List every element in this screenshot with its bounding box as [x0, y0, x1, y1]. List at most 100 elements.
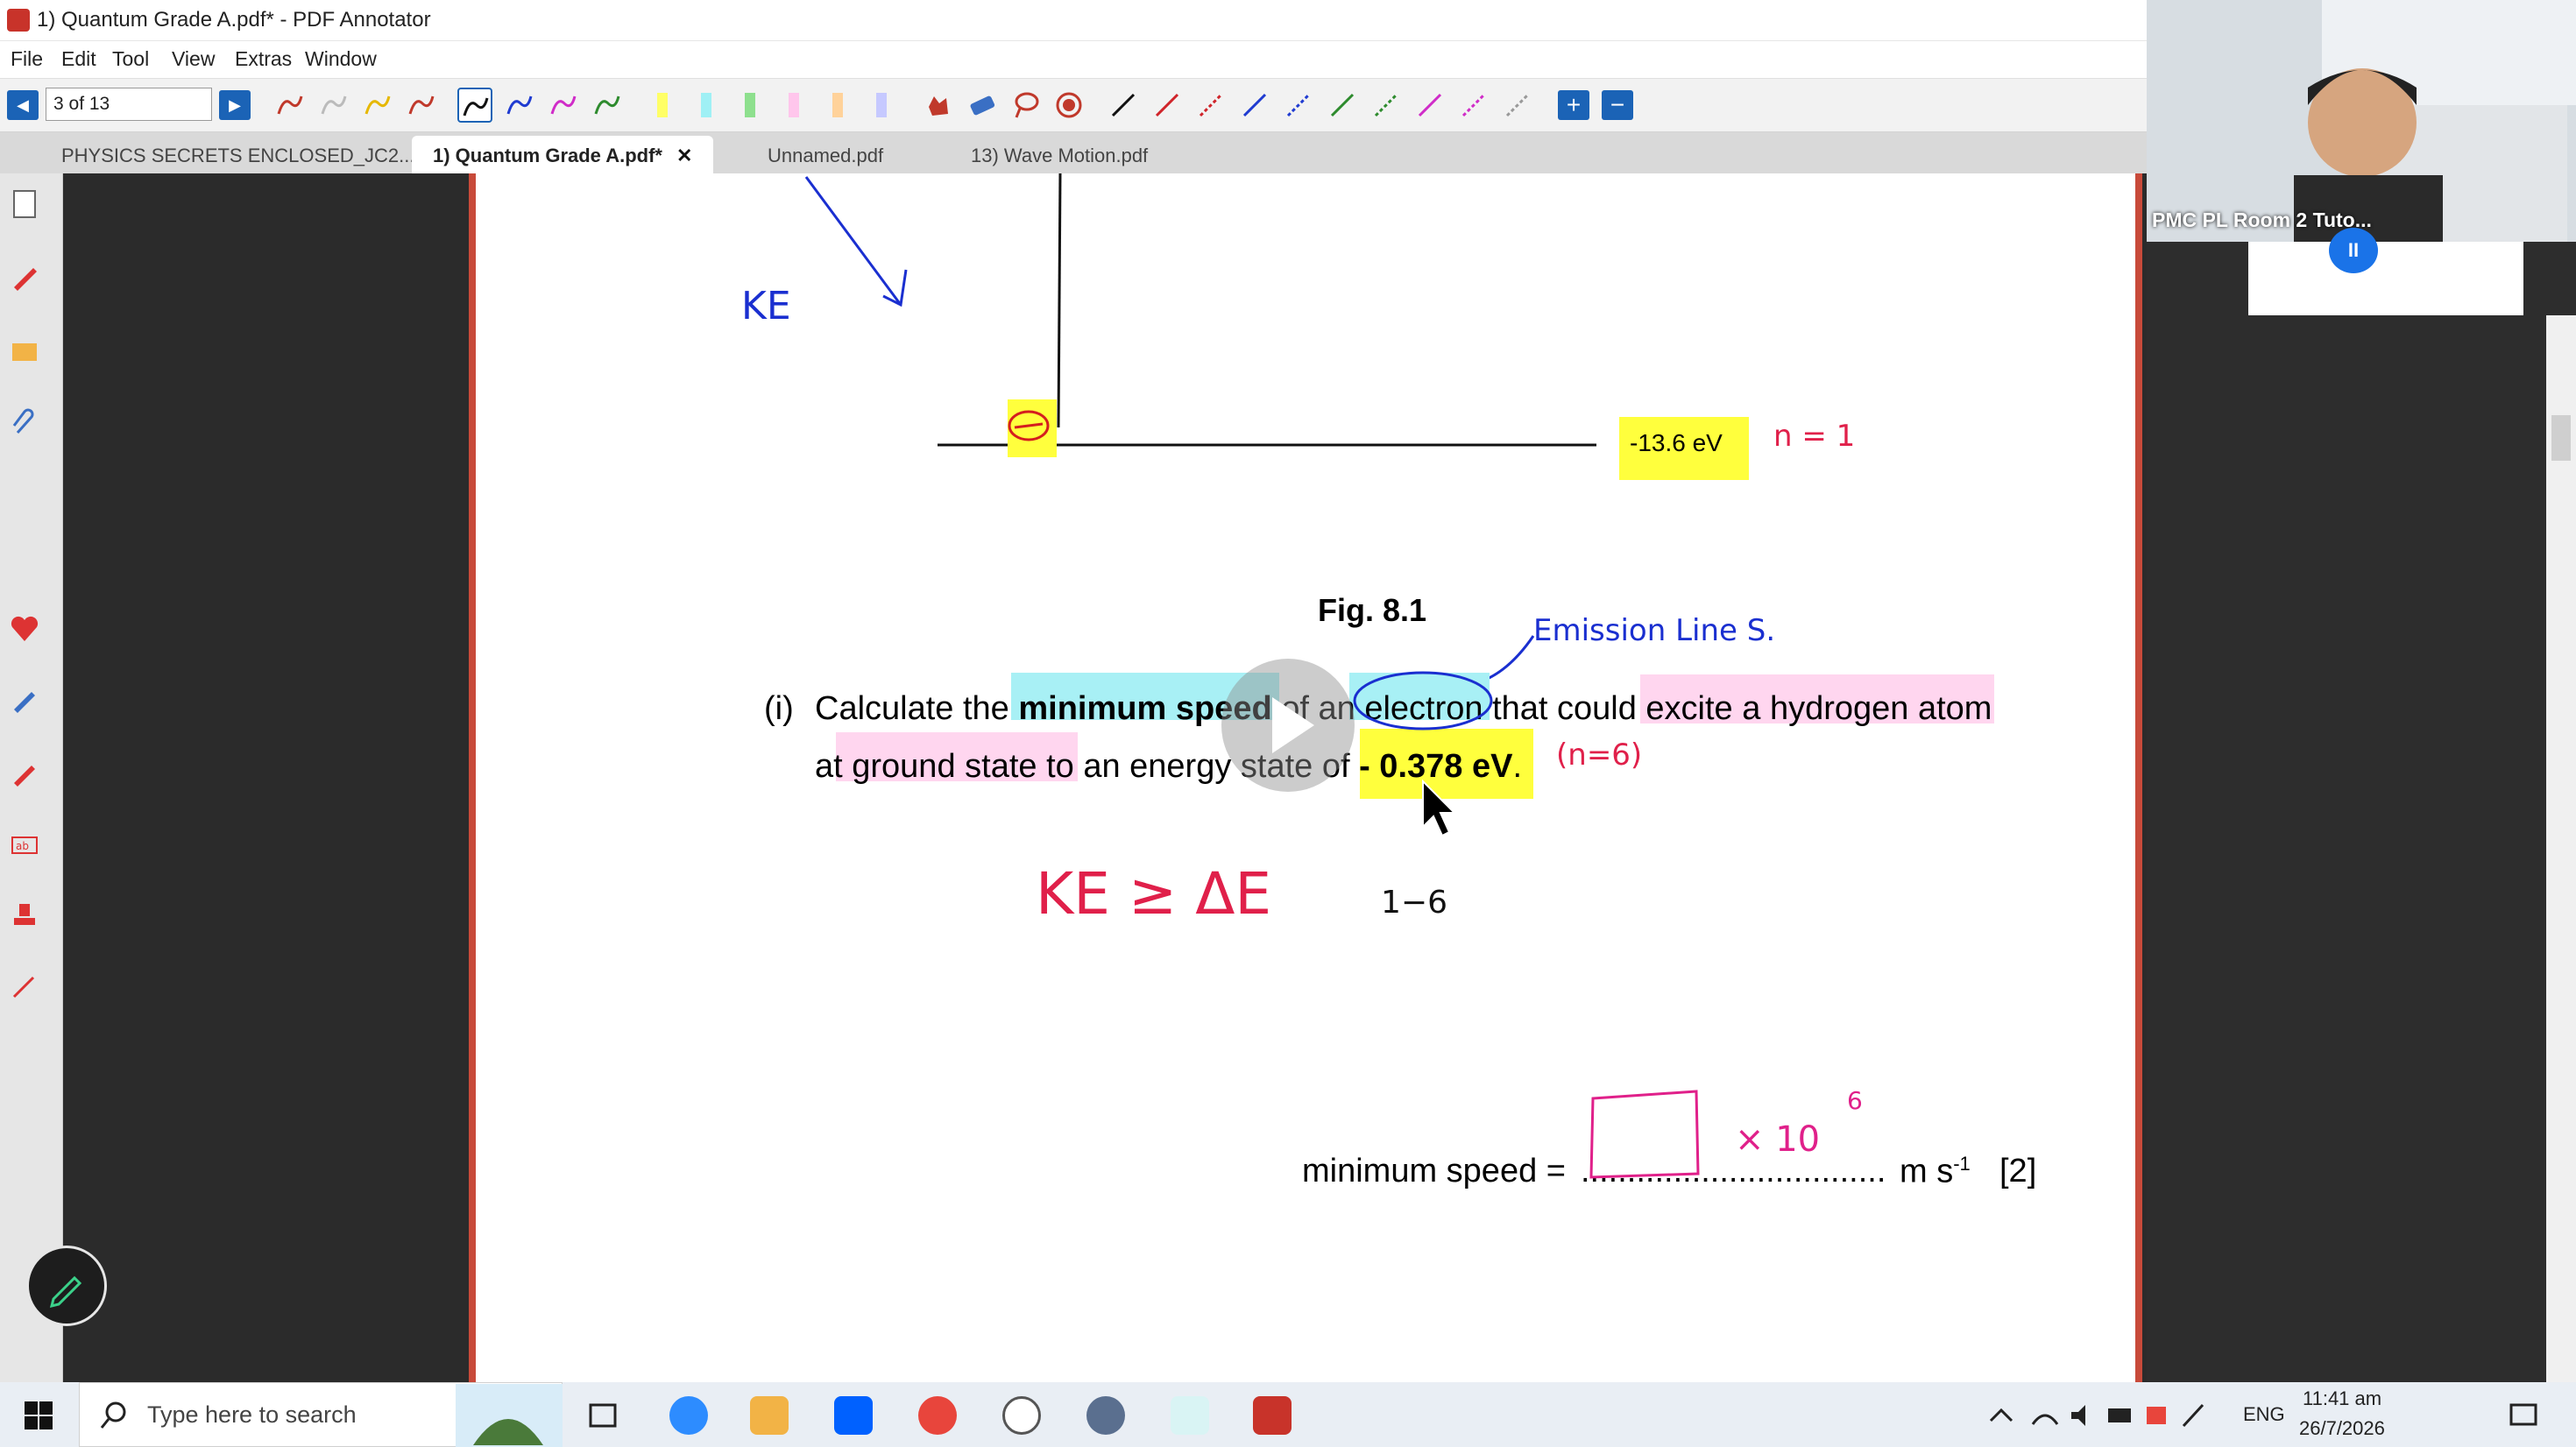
- line-blue-dashed-icon[interactable]: [1281, 88, 1316, 123]
- pen-tool-magenta-icon[interactable]: [545, 88, 580, 123]
- n6-annotation: (n=6): [1556, 738, 1643, 773]
- folder-icon[interactable]: [7, 333, 42, 368]
- pen-icon[interactable]: [7, 259, 42, 294]
- line-grey-dashed-icon[interactable]: [1500, 88, 1535, 123]
- stamp-icon[interactable]: [7, 899, 42, 934]
- mouse-cursor-icon: [1422, 779, 1457, 837]
- hand-icon[interactable]: [920, 88, 955, 123]
- search-icon: [100, 1401, 126, 1429]
- highlighter-pink-icon[interactable]: [776, 88, 811, 123]
- ke-annotation-label: KE: [741, 284, 791, 328]
- tab-wave-motion[interactable]: 13) Wave Motion.pdf: [950, 136, 1169, 173]
- lasso-icon[interactable]: [1008, 88, 1043, 123]
- highlighter-lavender-icon[interactable]: [864, 88, 899, 123]
- app-icon-f[interactable]: [1086, 1396, 1125, 1435]
- scrollbar-thumb[interactable]: [2551, 415, 2571, 461]
- pen-tray-icon[interactable]: [2176, 1398, 2212, 1433]
- menu-file[interactable]: File: [11, 47, 43, 71]
- participant-video[interactable]: [2147, 0, 2576, 242]
- svg-text:ab: ab: [16, 840, 29, 852]
- line-green-dashed-icon[interactable]: [1369, 88, 1404, 123]
- windows-start-icon[interactable]: [21, 1398, 56, 1433]
- task-view-icon[interactable]: [584, 1396, 622, 1435]
- highlighter-cyan-icon[interactable]: [689, 88, 724, 123]
- prev-page-icon[interactable]: ◀: [7, 90, 39, 120]
- language-indicator[interactable]: ENG: [2243, 1403, 2285, 1426]
- menu-view[interactable]: View: [172, 47, 215, 71]
- page-icon[interactable]: [7, 186, 42, 221]
- record-icon[interactable]: [1051, 88, 1086, 123]
- pen-tool-1-icon[interactable]: [272, 88, 307, 123]
- pause-icon[interactable]: II: [2329, 228, 2378, 273]
- page-number-input[interactable]: 3 of 13: [46, 88, 212, 121]
- edit-pencil-button[interactable]: [26, 1246, 107, 1326]
- clock-date[interactable]: 26/7/2026: [2299, 1417, 2385, 1440]
- add-icon[interactable]: +: [1558, 90, 1589, 120]
- times-ten-exponent: 6: [1847, 1086, 1863, 1115]
- highlighter-orange-icon[interactable]: [820, 88, 855, 123]
- line-magenta-dashed-icon[interactable]: [1456, 88, 1491, 123]
- tab-unnamed[interactable]: Unnamed.pdf: [747, 136, 904, 173]
- dropbox-tray-icon[interactable]: [2140, 1398, 2175, 1433]
- close-icon[interactable]: ✕: [676, 145, 692, 166]
- line-red-icon[interactable]: [1150, 88, 1185, 123]
- question-text: Calculate the: [815, 690, 1019, 727]
- next-page-icon[interactable]: ▶: [219, 90, 251, 120]
- answer-marks: [2]: [1999, 1153, 2037, 1189]
- highlighter-yellow-icon[interactable]: [645, 88, 680, 123]
- line-green-icon[interactable]: [1325, 88, 1360, 123]
- answer-label: minimum speed =: [1302, 1153, 1566, 1189]
- app-icon-w[interactable]: [1171, 1396, 1209, 1435]
- pen-tool-green-icon[interactable]: [589, 88, 624, 123]
- battery-icon[interactable]: [2103, 1398, 2138, 1433]
- menu-extras[interactable]: Extras: [235, 47, 292, 71]
- pen-tool-4-icon[interactable]: [403, 88, 438, 123]
- play-overlay-icon[interactable]: [1218, 655, 1358, 795]
- pdf-annotator-taskbar-icon[interactable]: [1253, 1396, 1292, 1435]
- search-placeholder: Type here to search: [147, 1401, 357, 1428]
- energy-level-label: -13.6 eV: [1630, 429, 1723, 456]
- pencil-icon: [49, 1275, 82, 1309]
- file-explorer-icon[interactable]: [750, 1396, 789, 1435]
- tool-palette: ab: [0, 173, 63, 1382]
- chrome-icon[interactable]: [918, 1396, 957, 1435]
- question-text: .: [1512, 748, 1522, 785]
- line-red-dashed-icon[interactable]: [1193, 88, 1228, 123]
- highlighter-green-icon[interactable]: [732, 88, 768, 123]
- question-line-2: at ground state to an energy state of - …: [815, 748, 1522, 786]
- highlighter-icon[interactable]: [7, 755, 42, 790]
- pen-tool-2-icon[interactable]: [315, 88, 350, 123]
- tab-quantum-grade-a[interactable]: 1) Quantum Grade A.pdf* ✕: [412, 136, 714, 173]
- heart-icon[interactable]: [7, 611, 42, 646]
- menu-bar: File Edit Tool View Extras Window: [0, 41, 2147, 78]
- paperclip-icon[interactable]: [7, 406, 42, 441]
- eraser-icon[interactable]: [964, 88, 999, 123]
- question-number: (i): [764, 690, 794, 727]
- notification-icon[interactable]: [2506, 1398, 2541, 1433]
- scrollbar[interactable]: [2546, 315, 2576, 1382]
- clock-time[interactable]: 11:41 am: [2303, 1387, 2381, 1410]
- network-icon[interactable]: [2028, 1398, 2063, 1433]
- remove-icon[interactable]: −: [1602, 90, 1633, 120]
- tab-label: 1) Quantum Grade A.pdf*: [433, 145, 662, 166]
- arrow-icon[interactable]: [7, 969, 42, 1004]
- line-blue-icon[interactable]: [1237, 88, 1272, 123]
- clock-app-icon[interactable]: [1002, 1396, 1041, 1435]
- line-black-icon[interactable]: [1106, 88, 1141, 123]
- chevron-up-icon[interactable]: [1984, 1398, 2019, 1433]
- zoom-app-icon[interactable]: [669, 1396, 708, 1435]
- pen-tool-black-icon[interactable]: [457, 88, 492, 123]
- dropbox-icon[interactable]: [834, 1396, 873, 1435]
- tab-physics-secrets[interactable]: PHYSICS SECRETS ENCLOSED_JC2...: [40, 136, 435, 173]
- line-magenta-icon[interactable]: [1412, 88, 1447, 123]
- toolbar: ◀ 3 of 13 ▶ + −: [0, 78, 2147, 132]
- marker-icon[interactable]: [7, 681, 42, 716]
- pen-tool-3-icon[interactable]: [359, 88, 394, 123]
- menu-window[interactable]: Window: [305, 47, 377, 71]
- pen-tool-blue-icon[interactable]: [501, 88, 536, 123]
- speaker-icon[interactable]: [2064, 1398, 2099, 1433]
- tab-label: 13) Wave Motion.pdf: [971, 145, 1149, 166]
- menu-edit[interactable]: Edit: [61, 47, 96, 71]
- menu-tool[interactable]: Tool: [112, 47, 149, 71]
- text-box-icon[interactable]: ab: [7, 827, 42, 862]
